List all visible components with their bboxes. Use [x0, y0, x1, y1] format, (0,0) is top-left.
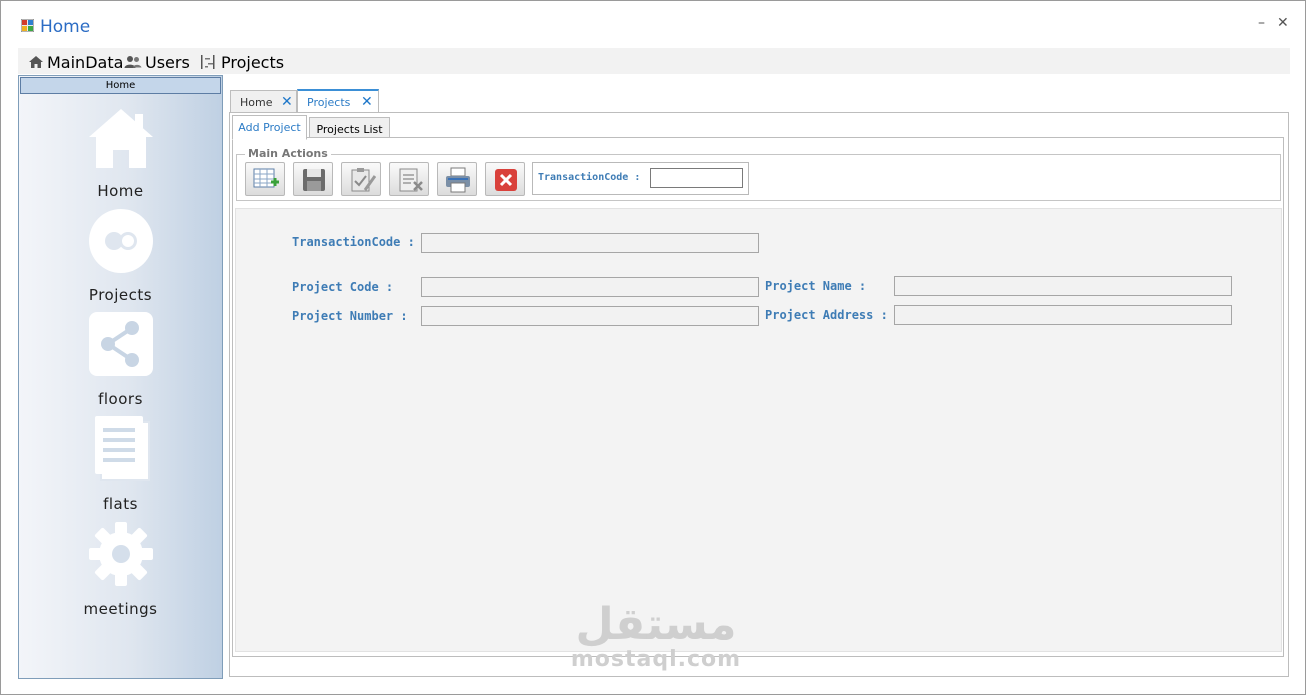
sidebar-item-floors[interactable]: floors	[19, 312, 222, 412]
menu-item-projects[interactable]: Projects	[200, 52, 284, 72]
sidebar-item-projects[interactable]: Projects	[19, 209, 222, 309]
project-address-field[interactable]	[894, 305, 1232, 325]
menu-item-label: MainData	[47, 52, 124, 72]
transaction-code-label: TransactionCode :	[292, 235, 415, 249]
sidebar-item-label: flats	[103, 495, 138, 513]
tab-label: Projects	[307, 96, 351, 109]
print-button[interactable]	[437, 162, 477, 196]
main-actions-group: Main Actions TransactionCode:	[236, 147, 1281, 201]
delete-document-icon	[399, 168, 423, 192]
project-address-label: Project Address :	[765, 308, 888, 322]
close-tab-icon[interactable]: ✕	[281, 94, 293, 110]
sidebar-item-label: Home	[97, 182, 144, 200]
save-button[interactable]	[293, 162, 333, 196]
menu-item-label: Users	[145, 52, 190, 72]
save-icon	[303, 169, 325, 191]
project-form: TransactionCode : Project Code : Project…	[235, 208, 1282, 652]
gear-icon	[89, 522, 153, 586]
add-project-panel: Main Actions TransactionCode: Transacti…	[232, 137, 1284, 657]
document-body: Add Project Projects List Main Actions T…	[229, 112, 1289, 677]
house-icon	[89, 109, 153, 168]
cancel-icon	[495, 169, 517, 191]
print-icon	[446, 167, 470, 193]
delete-button[interactable]	[389, 162, 429, 196]
tree-icon	[201, 55, 215, 69]
cancel-button[interactable]	[485, 162, 525, 196]
tab-label: Projects List	[316, 123, 383, 136]
minimize-button[interactable]: –	[1258, 15, 1265, 31]
sidebar-item-label: floors	[98, 390, 143, 408]
sidebar-item-flats[interactable]: flats	[19, 416, 222, 516]
project-number-label: Project Number :	[292, 309, 408, 323]
menu-item-label: Projects	[221, 52, 285, 72]
window-title: Home	[40, 17, 91, 37]
transaction-code-field[interactable]	[421, 233, 759, 253]
sidebar-item-meetings[interactable]: meetings	[19, 522, 222, 622]
toolbar-transaction-input[interactable]	[650, 168, 743, 188]
title-bar: Home – ✕	[1, 1, 1305, 45]
tab-projects[interactable]: Projects ✕	[297, 89, 379, 113]
menu-item-users[interactable]: Users	[124, 52, 190, 72]
close-button[interactable]: ✕	[1277, 15, 1289, 31]
edit-button[interactable]	[341, 162, 381, 196]
tab-add-project[interactable]: Add Project	[232, 115, 307, 140]
users-icon	[124, 56, 142, 68]
home-icon	[29, 56, 43, 68]
tab-home[interactable]: Home ✕	[230, 90, 297, 113]
circles-icon	[89, 209, 153, 273]
project-code-label: Project Code :	[292, 280, 394, 294]
toolbar-transaction-label: TransactionCode :	[538, 172, 641, 183]
app-icon	[21, 19, 34, 32]
menu-bar: MainData Users Projects	[18, 48, 1290, 74]
app-window: Home – ✕ MainData Users Projects Home Ho…	[0, 0, 1306, 695]
edit-clipboard-icon	[351, 168, 376, 192]
new-grid-icon	[253, 168, 279, 188]
group-title: Main Actions	[245, 147, 331, 160]
project-number-field[interactable]	[421, 306, 759, 326]
tab-projects-list[interactable]: Projects List	[309, 117, 390, 139]
main-area: Home ✕ Projects ✕ Add Project Projects L…	[229, 89, 1289, 677]
new-button[interactable]	[245, 162, 285, 196]
project-name-label: Project Name :	[765, 279, 867, 293]
project-code-field[interactable]	[421, 277, 759, 297]
sidebar-item-home[interactable]: Home	[19, 106, 222, 206]
sidebar-item-label: Projects	[88, 286, 153, 304]
tab-label: Add Project	[238, 121, 301, 134]
sidebar-item-label: meetings	[83, 600, 158, 618]
tab-label: Home	[240, 96, 273, 109]
sidebar-header: Home	[20, 77, 221, 94]
project-name-field[interactable]	[894, 276, 1232, 296]
share-icon	[89, 312, 153, 376]
sidebar: Home Home Projects floors flats meetings	[18, 75, 223, 679]
document-stack-icon	[95, 416, 150, 481]
toolbar-transaction-box: TransactionCode :	[532, 162, 749, 195]
menu-item-maindata[interactable]: MainData	[28, 52, 123, 72]
close-tab-icon[interactable]: ✕	[361, 94, 373, 110]
